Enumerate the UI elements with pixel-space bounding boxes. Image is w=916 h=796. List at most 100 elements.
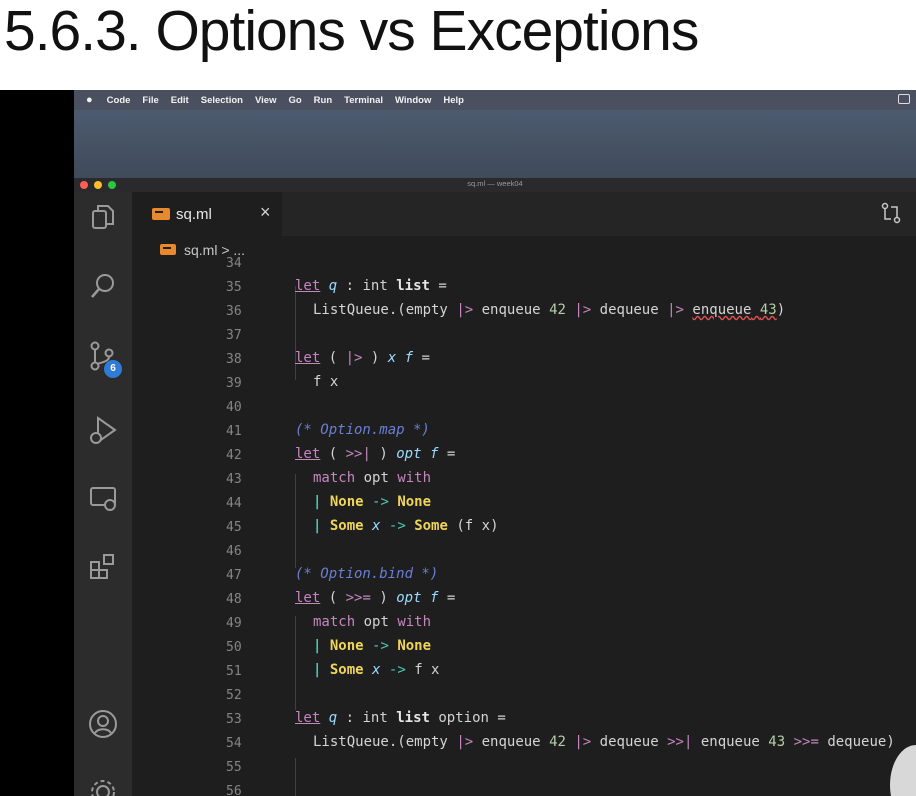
keyword-match: match: [313, 614, 356, 630]
line-number: 55: [226, 760, 242, 775]
line-number: 49: [226, 616, 242, 631]
screen-mirror-icon[interactable]: [898, 94, 910, 104]
code-expression: f x: [414, 662, 440, 678]
line-number: 53: [226, 712, 242, 727]
identifier: x: [372, 518, 381, 534]
identifier: f: [429, 590, 439, 606]
code-paren: (: [328, 446, 338, 462]
line-number: 54: [226, 736, 242, 751]
code-text: | None -> None: [313, 494, 431, 510]
bind-operator: >>=: [793, 734, 819, 750]
match-bar: |: [313, 494, 322, 510]
pipe-operator: |>: [574, 734, 592, 750]
type-list: list: [396, 278, 430, 294]
number-literal: 42: [549, 734, 566, 750]
number-literal: 43: [759, 302, 777, 318]
code-text: let q : int list option =: [295, 710, 506, 726]
code-line-38: 38 let ( |> ) x f =: [74, 350, 858, 374]
video-frame[interactable]: ● Code File Edit Selection View Go Run T…: [0, 90, 916, 796]
constructor-none: None: [397, 494, 432, 510]
pipe-operator: |>: [574, 302, 592, 318]
menu-run[interactable]: Run: [314, 95, 332, 106]
match-bar: |: [313, 662, 322, 678]
code-equals: =: [497, 710, 506, 726]
bind-operator: >>=: [345, 590, 371, 606]
menu-window[interactable]: Window: [395, 95, 431, 106]
line-number: 40: [226, 400, 242, 415]
close-tab-icon[interactable]: ×: [260, 202, 271, 223]
line-number: 52: [226, 688, 242, 703]
line-number: 47: [226, 568, 242, 583]
identifier: x: [372, 662, 381, 678]
menu-go[interactable]: Go: [288, 95, 301, 106]
keyword-let: let: [295, 350, 321, 366]
menu-code[interactable]: Code: [107, 95, 131, 106]
identifier: dequeue: [827, 734, 887, 750]
code-colon: :: [345, 278, 355, 294]
code-paren: (: [328, 350, 338, 366]
error-squiggle[interactable]: enqueue 43: [692, 302, 776, 318]
compare-changes-icon[interactable]: [880, 202, 902, 224]
identifier: q: [328, 278, 338, 294]
menu-terminal[interactable]: Terminal: [344, 95, 383, 106]
tab-sq-ml[interactable]: sq.ml ×: [132, 192, 282, 236]
code-comment: (* Option.map *): [295, 422, 430, 438]
page-title: 5.6.3. Options vs Exceptions: [4, 0, 699, 63]
code-line-50: 50 | None -> None: [74, 638, 858, 662]
mac-menubar: ● Code File Edit Selection View Go Run T…: [74, 90, 916, 110]
code-line-36: 36 ListQueue.(empty |> enqueue 42 |> dequ…: [74, 302, 858, 326]
line-number: 45: [226, 520, 242, 535]
type-int: int: [362, 278, 388, 294]
code-text: match opt with: [313, 614, 431, 630]
apple-icon[interactable]: ●: [86, 94, 93, 106]
code-line-48: 48 let ( >>= ) opt f =: [74, 590, 858, 614]
type-option: option: [438, 710, 489, 726]
menu-view[interactable]: View: [255, 95, 276, 106]
keyword-with: with: [397, 614, 432, 630]
line-number: 43: [226, 472, 242, 487]
identifier: empty: [405, 302, 448, 318]
code-text: let q : int list =: [295, 278, 447, 294]
line-number: 39: [226, 376, 242, 391]
code-line-45: 45 | Some x -> Some (f x): [74, 518, 858, 542]
code-equals: =: [438, 278, 447, 294]
identifier: f: [429, 446, 439, 462]
line-number: 48: [226, 592, 242, 607]
code-paren: ): [776, 302, 786, 318]
arrow-operator: ->: [372, 494, 389, 510]
code-expression: (f x): [456, 518, 499, 534]
number-literal: 43: [768, 734, 786, 750]
menu-help[interactable]: Help: [443, 95, 464, 106]
code-equals: =: [421, 350, 430, 366]
pipe-operator: |>: [456, 734, 474, 750]
menu-selection[interactable]: Selection: [201, 95, 243, 106]
line-number: 51: [226, 664, 242, 679]
pipe-operator: |>: [456, 302, 474, 318]
keyword-with: with: [397, 470, 432, 486]
code-line-54: 54 ListQueue.(empty |> enqueue 42 |> dequ…: [74, 734, 895, 758]
identifier: enqueue: [692, 302, 752, 318]
code-line-43: 43 match opt with: [74, 470, 858, 494]
line-number: 41: [226, 424, 242, 439]
code-line-34: 34: [74, 254, 858, 278]
menu-edit[interactable]: Edit: [171, 95, 189, 106]
pipe-operator: |>: [667, 302, 684, 318]
menu-file[interactable]: File: [142, 95, 158, 106]
module-open: ListQueue.(: [313, 734, 406, 750]
line-number: 38: [226, 352, 242, 367]
arrow-operator: ->: [372, 638, 389, 654]
code-text: | None -> None: [313, 638, 431, 654]
constructor-some: Some: [329, 518, 364, 534]
code-text: let ( >>= ) opt f =: [295, 590, 455, 606]
code-line-44: 44 | None -> None: [74, 494, 858, 518]
match-bar: |: [313, 638, 322, 654]
keyword-let: let: [295, 446, 321, 462]
code-line-56: 56: [74, 782, 858, 796]
explorer-icon[interactable]: [87, 202, 119, 234]
window-titlebar: sq.ml — week04: [74, 178, 916, 192]
constructor-some: Some: [329, 662, 364, 678]
line-number: 46: [226, 544, 242, 559]
code-text: let ( |> ) x f =: [295, 350, 430, 366]
type-list: list: [396, 710, 430, 726]
keyword-let: let: [295, 278, 321, 294]
